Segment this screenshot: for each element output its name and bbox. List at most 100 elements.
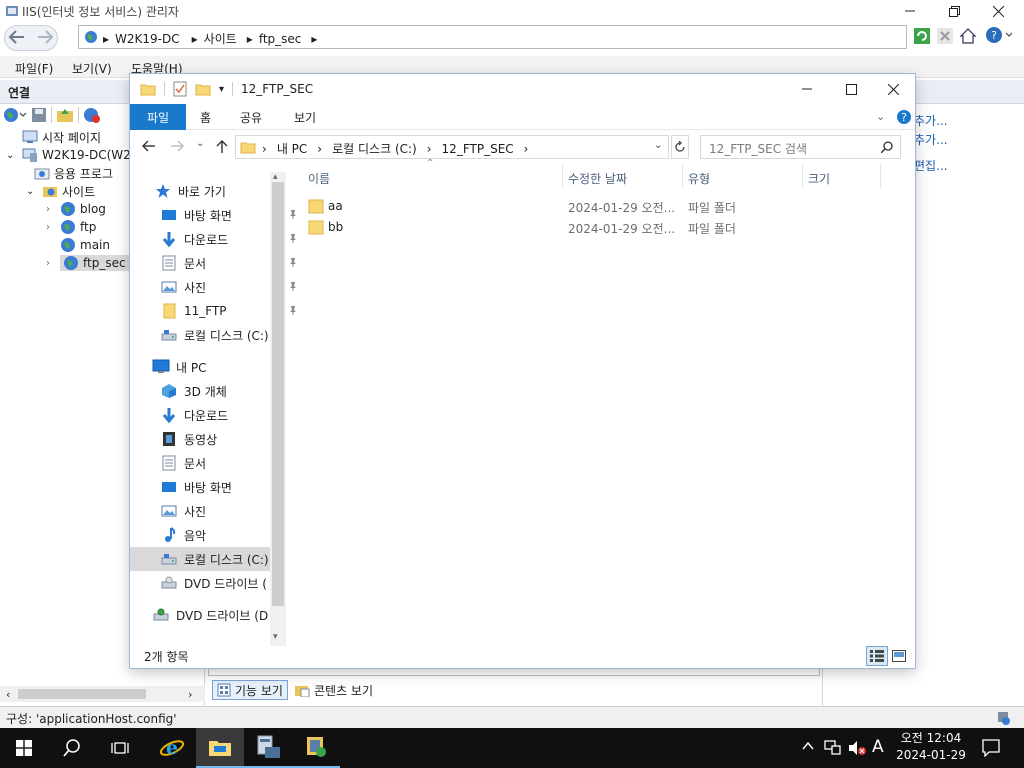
dvd-drive-icon bbox=[152, 606, 170, 624]
breadcrumb-ftp-sec[interactable]: ftp_sec bbox=[259, 32, 302, 46]
recent-locations-icon[interactable]: ⌄ bbox=[196, 138, 204, 149]
close-button[interactable] bbox=[976, 0, 1020, 22]
selected-site[interactable]: ftp_sec bbox=[60, 255, 129, 271]
pin-icon[interactable] bbox=[288, 209, 298, 219]
minimize-button[interactable] bbox=[888, 0, 932, 22]
breadcrumb-sites[interactable]: 사이트 bbox=[204, 30, 237, 47]
file-row-aa[interactable]: aa 2024-01-29 오전... 파일 폴더 bbox=[302, 196, 900, 217]
network-icon[interactable] bbox=[824, 739, 842, 757]
action-link-add-1[interactable]: 추가... bbox=[914, 112, 948, 129]
iis-statusbar: 구성: 'applicationHost.config' bbox=[0, 706, 1024, 728]
help-icon[interactable]: ? bbox=[985, 26, 1015, 44]
col-divider[interactable] bbox=[880, 164, 881, 188]
restore-button[interactable] bbox=[932, 0, 976, 22]
breadcrumb-server[interactable]: W2K19-DC bbox=[115, 32, 180, 46]
details-view-button[interactable] bbox=[866, 646, 888, 666]
col-name[interactable]: 이름 bbox=[308, 170, 330, 187]
toolbar-divider bbox=[78, 107, 79, 123]
pin-icon[interactable] bbox=[288, 233, 298, 243]
properties-icon[interactable] bbox=[173, 81, 187, 97]
up-folder-icon[interactable] bbox=[56, 107, 74, 123]
notification-icon[interactable] bbox=[982, 739, 1000, 757]
task-view-button[interactable] bbox=[96, 728, 144, 768]
col-size[interactable]: 크기 bbox=[808, 170, 830, 187]
disconnect-icon[interactable] bbox=[83, 107, 101, 123]
nav-scroll-thumb[interactable] bbox=[272, 182, 284, 606]
content-view-tab[interactable]: 콘텐츠 보기 bbox=[294, 681, 373, 699]
explorer-close-button[interactable] bbox=[871, 74, 915, 104]
collapse-chevron-icon[interactable]: › bbox=[46, 258, 56, 269]
col-date[interactable]: 수정한 날짜 bbox=[568, 170, 627, 187]
expand-chevron-icon[interactable]: ⌄ bbox=[26, 186, 38, 197]
iis-breadcrumb[interactable]: ▸ W2K19-DC ▸ 사이트 ▸ ftp_sec ▸ bbox=[78, 25, 907, 49]
ribbon-tab-view[interactable]: 보기 bbox=[282, 104, 328, 130]
search-icon bbox=[881, 141, 893, 153]
address-dropdown-icon[interactable]: ⌄ bbox=[654, 140, 662, 151]
scroll-down-icon[interactable]: ▾ bbox=[273, 632, 278, 642]
menu-file[interactable]: 파일(F) bbox=[15, 60, 53, 77]
pin-icon[interactable] bbox=[288, 281, 298, 291]
refresh-icon[interactable] bbox=[914, 28, 930, 44]
large-icons-view-button[interactable] bbox=[890, 647, 908, 665]
document-icon bbox=[160, 254, 178, 272]
globe-icon bbox=[84, 30, 98, 44]
explorer-back-icon[interactable] bbox=[142, 140, 156, 152]
home-icon[interactable] bbox=[959, 27, 977, 45]
ribbon-expand-icon[interactable]: ⌄ bbox=[876, 110, 885, 123]
hscroll-thumb[interactable] bbox=[18, 689, 146, 699]
tray-chevron-up-icon[interactable] bbox=[802, 741, 814, 751]
forward-arrow-icon[interactable] bbox=[36, 30, 54, 44]
explorer-forward-icon[interactable] bbox=[170, 140, 184, 152]
desktop-icon bbox=[160, 206, 178, 224]
file-explorer-taskbar-icon[interactable] bbox=[196, 728, 244, 768]
back-arrow-icon[interactable] bbox=[8, 30, 26, 44]
explorer-refresh-icon[interactable] bbox=[671, 135, 689, 159]
pin-icon[interactable] bbox=[288, 305, 298, 315]
connections-hscroll[interactable]: ‹ › bbox=[0, 686, 205, 702]
path-this-pc[interactable]: 내 PC bbox=[277, 140, 307, 157]
stop-icon[interactable] bbox=[937, 28, 953, 44]
menu-view[interactable]: 보기(V) bbox=[72, 60, 112, 77]
explorer-search-input[interactable]: 12_FTP_SEC 검색 bbox=[700, 135, 901, 159]
ribbon-tab-home[interactable]: 홈 bbox=[188, 104, 223, 130]
collapse-chevron-icon[interactable]: › bbox=[46, 204, 56, 215]
svg-text:e: e bbox=[166, 737, 178, 759]
file-row-bb[interactable]: bb 2024-01-29 오전... 파일 폴더 bbox=[302, 217, 900, 238]
col-divider[interactable] bbox=[682, 164, 683, 188]
explorer-help-icon[interactable]: ? bbox=[896, 109, 912, 125]
scroll-right-icon[interactable]: › bbox=[188, 688, 192, 701]
col-divider[interactable] bbox=[562, 164, 563, 188]
pin-icon[interactable] bbox=[288, 257, 298, 267]
connect-globe-icon[interactable] bbox=[3, 107, 27, 123]
action-link-edit[interactable]: 편집... bbox=[914, 157, 948, 174]
new-folder-icon[interactable] bbox=[195, 82, 211, 96]
explorer-address-bar[interactable]: › 내 PC › 로컬 디스크 (C:) › 12_FTP_SEC › ⌄ bbox=[235, 135, 669, 159]
collapse-chevron-icon[interactable]: › bbox=[46, 222, 56, 233]
path-local-disk[interactable]: 로컬 디스크 (C:) bbox=[332, 140, 417, 157]
ribbon-tab-share[interactable]: 공유 bbox=[228, 104, 274, 130]
explorer-minimize-button[interactable] bbox=[785, 74, 829, 104]
expand-chevron-icon[interactable]: ⌄ bbox=[6, 150, 18, 161]
features-view-tab[interactable]: 기능 보기 bbox=[212, 680, 288, 700]
server-manager-taskbar-icon[interactable] bbox=[244, 728, 292, 768]
col-type[interactable]: 유형 bbox=[688, 170, 710, 187]
explorer-statusbar: 2개 항목 bbox=[130, 644, 915, 668]
col-divider[interactable] bbox=[802, 164, 803, 188]
ime-indicator[interactable]: A bbox=[872, 737, 884, 757]
volume-muted-icon[interactable] bbox=[848, 740, 866, 756]
save-icon[interactable] bbox=[31, 107, 47, 123]
action-link-add-2[interactable]: 추가... bbox=[914, 131, 948, 148]
scroll-up-icon[interactable]: ▴ bbox=[273, 172, 278, 182]
qat-dropdown-icon[interactable]: ▾ bbox=[219, 84, 224, 95]
start-button[interactable] bbox=[0, 728, 48, 768]
iis-manager-taskbar-icon[interactable] bbox=[292, 728, 340, 768]
system-clock[interactable]: 오전 12:04 2024-01-29 bbox=[894, 730, 968, 764]
ie-taskbar-icon[interactable]: e bbox=[148, 728, 196, 768]
search-button[interactable] bbox=[48, 728, 96, 768]
path-12-ftp-sec[interactable]: 12_FTP_SEC bbox=[442, 142, 514, 156]
up-arrow-icon[interactable] bbox=[216, 139, 228, 153]
scroll-left-icon[interactable]: ‹ bbox=[6, 688, 10, 701]
svg-text:?: ? bbox=[901, 111, 907, 124]
ribbon-tab-file[interactable]: 파일 bbox=[130, 104, 186, 130]
explorer-maximize-button[interactable] bbox=[829, 74, 873, 104]
